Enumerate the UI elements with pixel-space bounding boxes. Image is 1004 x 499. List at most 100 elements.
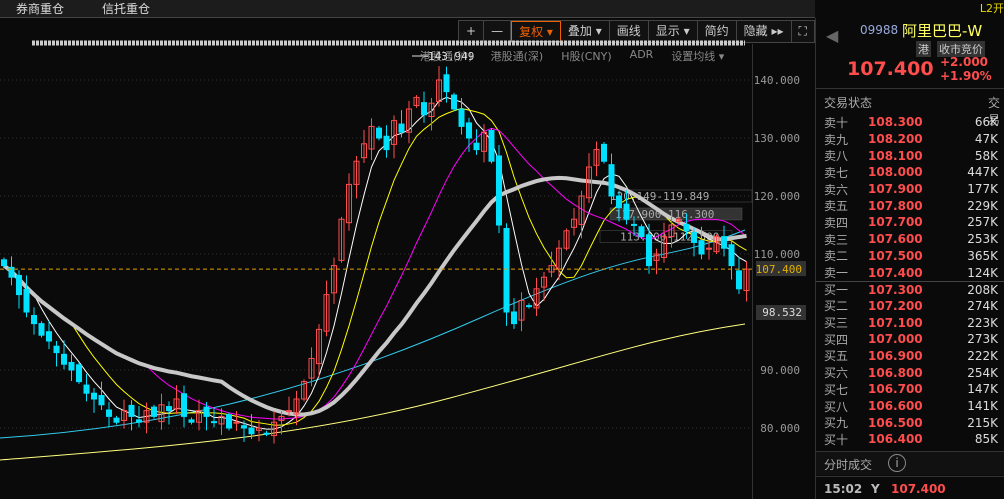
level-volume: 177K: [967, 182, 998, 197]
candle-body: [473, 142, 480, 151]
ask-row[interactable]: 卖二 107.500 365K: [816, 248, 1004, 265]
last-price: 107.400: [847, 58, 934, 80]
y-tick-label: 90.000: [760, 364, 800, 377]
ref-price-label: 98.532: [762, 306, 802, 319]
level-volume: 274K: [967, 298, 998, 313]
ma-long-yellow: [0, 323, 746, 461]
candle-body: [248, 427, 255, 435]
candle-body: [106, 409, 112, 417]
ask-row[interactable]: 卖八 108.100 58K: [816, 147, 1004, 164]
level-volume: 124K: [967, 265, 998, 280]
candle-body: [503, 227, 510, 313]
candle-body: [443, 74, 450, 93]
candle-body: [151, 406, 157, 417]
level-label: 买四: [824, 332, 849, 347]
candle-body: [226, 414, 232, 429]
price-change: +2.000: [940, 55, 989, 69]
candlestick-chart[interactable]: 140.000 130.000 120.000 110.000 90.000 80.000…: [0, 0, 815, 499]
bid-row[interactable]: 买七 106.700 147K: [816, 381, 1004, 398]
ask-row[interactable]: 卖七 108.000 447K: [816, 164, 1004, 181]
bid-row[interactable]: 买十 106.400 85K: [816, 431, 1004, 448]
back-arrow-icon[interactable]: ◀: [826, 26, 838, 45]
stock-code: 09988: [860, 23, 899, 37]
candle-body: [61, 353, 67, 365]
info-icon[interactable]: i: [888, 454, 906, 472]
level-label: 买六: [824, 366, 849, 381]
ask-row[interactable]: 卖三 107.600 253K: [816, 231, 1004, 248]
candle-body: [188, 419, 195, 423]
candle-body: [398, 123, 405, 133]
ask-row[interactable]: 卖九 108.200 47K: [816, 131, 1004, 148]
level-volume: 66K: [974, 115, 998, 130]
level-price: 106.500: [868, 415, 923, 430]
level-label: 买五: [824, 349, 849, 364]
candle-body: [113, 417, 120, 423]
level-label: 卖九: [824, 132, 849, 147]
bid-row[interactable]: 买二 107.200 274K: [816, 298, 1004, 315]
ask-row[interactable]: 卖六 107.900 177K: [816, 181, 1004, 198]
y-tick-label: 130.000: [754, 132, 800, 145]
level-label: 卖一: [824, 266, 849, 281]
candle-body: [721, 236, 727, 249]
level-volume: 273K: [967, 332, 998, 347]
level-price: 108.100: [868, 148, 923, 163]
candle-body: [23, 288, 30, 313]
level-price: 106.900: [868, 348, 923, 363]
bid-row[interactable]: 买四 107.000 273K: [816, 331, 1004, 348]
stock-name: 阿里巴巴-W: [902, 22, 983, 40]
candle-body: [233, 421, 240, 424]
quote-panel: ◀ 09988 阿里巴巴-W 港 收市竞价 107.400 +2.000 +1.…: [815, 18, 1004, 499]
trade-flag: Y: [871, 482, 880, 496]
level-label: 卖五: [824, 199, 849, 214]
level-volume: 253K: [967, 232, 998, 247]
candle-body: [376, 127, 382, 139]
candle-body: [203, 406, 210, 417]
level-price: 107.300: [868, 282, 923, 297]
level-price: 108.000: [868, 165, 923, 180]
bid-row[interactable]: 买一 107.300 208K: [816, 280, 1004, 298]
bid-row[interactable]: 买五 106.900 222K: [816, 348, 1004, 365]
bid-row[interactable]: 买九 106.500 215K: [816, 414, 1004, 431]
bid-row[interactable]: 买六 106.800 254K: [816, 364, 1004, 381]
level-price: 107.700: [868, 215, 923, 230]
y-tick-label: 120.000: [754, 190, 800, 203]
ma10-line: [3, 107, 747, 426]
candle-body: [76, 364, 82, 383]
level-volume: 47K: [974, 132, 998, 147]
ma20-line: [3, 127, 747, 420]
level-label: 卖十: [824, 115, 849, 130]
candle-body: [68, 361, 75, 371]
level-price: 108.300: [868, 115, 923, 130]
level-volume: 85K: [974, 432, 998, 447]
ask-row[interactable]: 卖四 107.700 257K: [816, 214, 1004, 231]
candle-body: [496, 155, 502, 226]
bid-row[interactable]: 买三 107.100 223K: [816, 314, 1004, 331]
ask-row[interactable]: 卖十 108.300 66K: [816, 114, 1004, 131]
level-price: 106.600: [868, 399, 923, 414]
candle-body: [728, 244, 735, 267]
candle-body: [1, 259, 7, 267]
ask-row[interactable]: 卖一 107.400 124K: [816, 264, 1004, 281]
bid-row[interactable]: 买八 106.600 141K: [816, 398, 1004, 415]
level-label: 买九: [824, 416, 849, 431]
level-label: 卖八: [824, 149, 849, 164]
candle-body: [646, 234, 652, 267]
level-volume: 215K: [967, 415, 998, 430]
trade-status-label: 交易状态: [824, 96, 873, 110]
candle-body: [683, 223, 690, 232]
candle-body: [526, 305, 532, 308]
level-price: 107.800: [868, 198, 923, 213]
level-label: 买七: [824, 382, 849, 397]
y-tick-label: 140.000: [754, 74, 800, 87]
level-price: 107.000: [868, 332, 923, 347]
level-volume: 141K: [967, 399, 998, 414]
level-volume: 147K: [967, 382, 998, 397]
candle-body: [691, 232, 697, 243]
level-label: 卖六: [824, 182, 849, 197]
candle-body: [211, 421, 217, 424]
candle-body: [421, 102, 427, 116]
level-label: 卖四: [824, 215, 849, 230]
candle-body: [638, 226, 645, 238]
candle-body: [466, 122, 472, 139]
ask-row[interactable]: 卖五 107.800 229K: [816, 197, 1004, 214]
